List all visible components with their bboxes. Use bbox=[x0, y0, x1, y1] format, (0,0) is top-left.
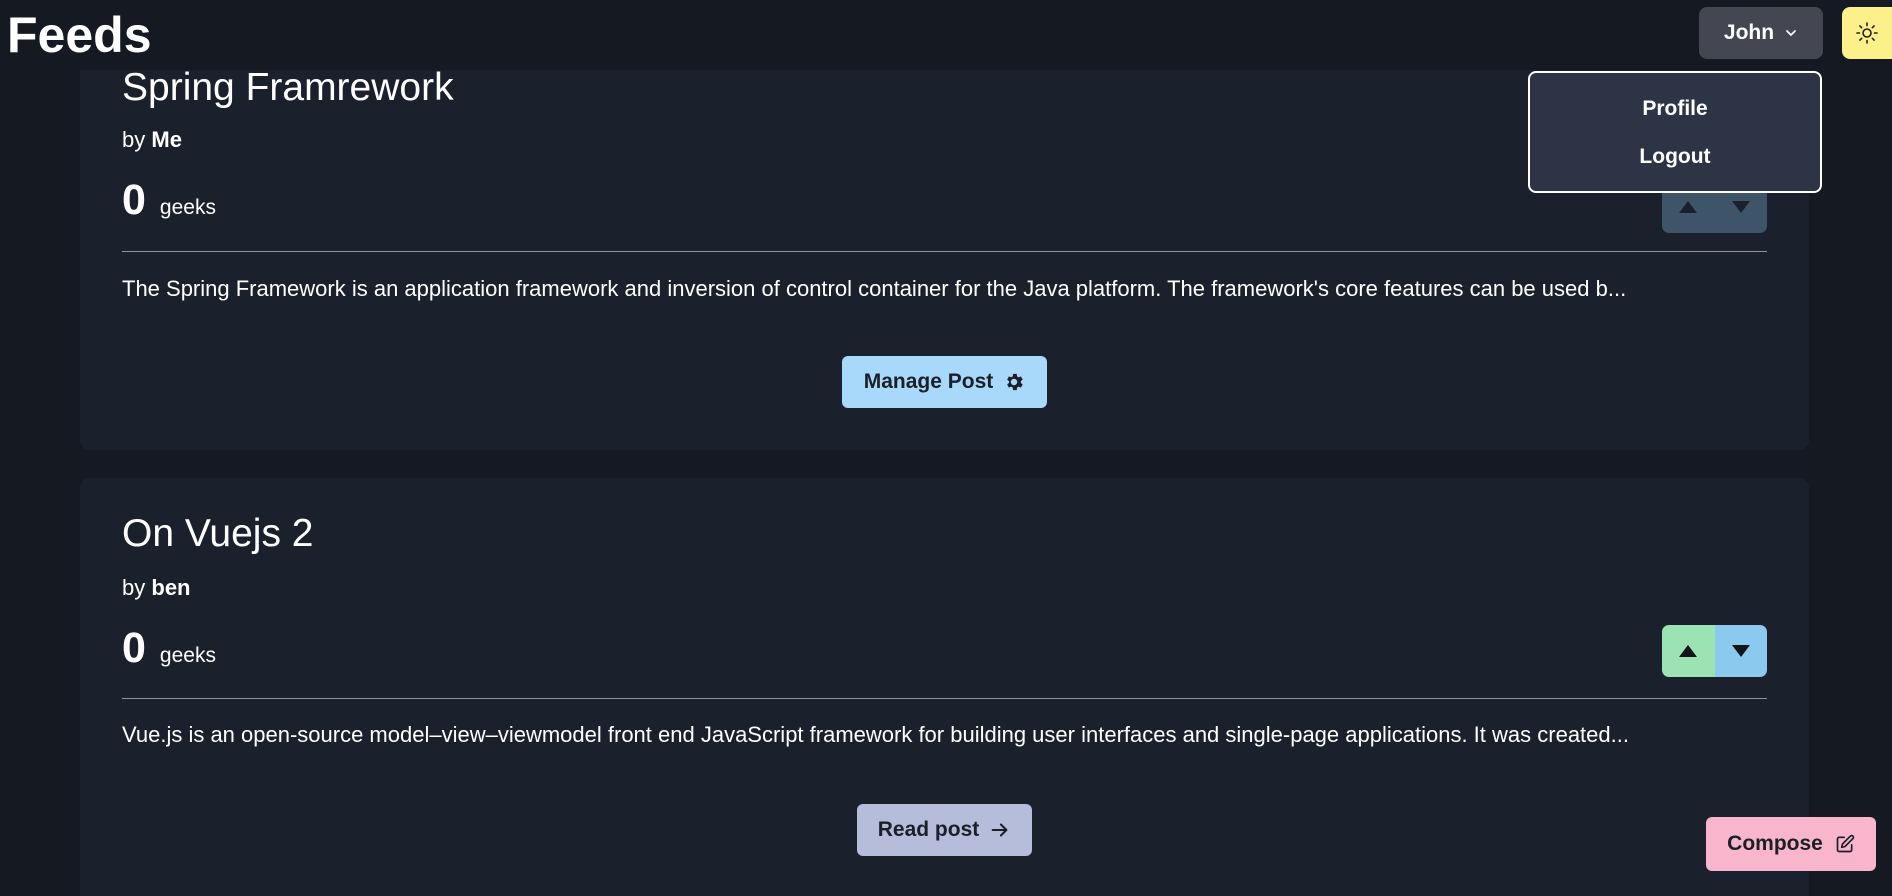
post-title[interactable]: Spring Framrework bbox=[122, 66, 454, 110]
downvote-button[interactable] bbox=[1714, 625, 1767, 677]
caret-down-icon bbox=[1731, 201, 1750, 213]
post-excerpt: Vue.js is an open-source model–view–view… bbox=[122, 722, 1629, 747]
sun-icon bbox=[1856, 22, 1878, 44]
caret-up-icon bbox=[1679, 645, 1698, 657]
byline-prefix: by bbox=[122, 127, 146, 152]
edit-icon bbox=[1836, 834, 1855, 853]
theme-toggle-button[interactable] bbox=[1842, 7, 1892, 59]
read-post-button[interactable]: Read post bbox=[857, 804, 1032, 856]
compose-label: Compose bbox=[1727, 832, 1823, 855]
user-dropdown-menu: Profile Logout bbox=[1528, 71, 1822, 193]
read-post-label: Read post bbox=[877, 818, 980, 841]
post-card: On Vuejs 2 by ben 0 geeks Vue.js is an o… bbox=[80, 478, 1809, 896]
post-author[interactable]: ben bbox=[151, 575, 190, 600]
upvote-button[interactable] bbox=[1662, 625, 1715, 677]
page-title: Feeds bbox=[7, 7, 152, 63]
manage-post-label: Manage Post bbox=[863, 370, 994, 393]
caret-down-icon bbox=[1731, 645, 1750, 657]
post-divider bbox=[122, 698, 1767, 699]
post-score: 0 geeks bbox=[122, 624, 216, 673]
post-title[interactable]: On Vuejs 2 bbox=[122, 512, 314, 556]
vote-buttons bbox=[1662, 625, 1767, 677]
post-byline: by ben bbox=[122, 575, 191, 601]
arrow-right-icon bbox=[991, 823, 1008, 837]
post-divider bbox=[122, 251, 1767, 252]
score-unit: geeks bbox=[159, 196, 216, 219]
score-value: 0 bbox=[122, 176, 146, 224]
score-value: 0 bbox=[122, 624, 146, 672]
score-unit: geeks bbox=[159, 644, 216, 667]
post-excerpt: The Spring Framework is an application f… bbox=[122, 276, 1627, 301]
post-byline: by Me bbox=[122, 127, 182, 153]
menu-item-logout[interactable]: Logout bbox=[1530, 145, 1820, 169]
compose-button[interactable]: Compose bbox=[1706, 817, 1876, 871]
menu-item-profile[interactable]: Profile bbox=[1530, 97, 1820, 121]
chevron-down-icon bbox=[1786, 30, 1796, 36]
caret-up-icon bbox=[1679, 201, 1698, 213]
manage-post-button[interactable]: Manage Post bbox=[842, 356, 1047, 408]
user-name: John bbox=[1723, 21, 1775, 44]
top-bar: Feeds John bbox=[0, 0, 1892, 70]
feeds-page: Spring Framrework by Me 0 geeks The Spri… bbox=[0, 0, 1892, 896]
post-author[interactable]: Me bbox=[151, 127, 182, 152]
post-score: 0 geeks bbox=[122, 176, 216, 225]
user-menu-button[interactable]: John bbox=[1699, 7, 1823, 59]
byline-prefix: by bbox=[122, 575, 146, 600]
gear-icon bbox=[1007, 373, 1023, 391]
